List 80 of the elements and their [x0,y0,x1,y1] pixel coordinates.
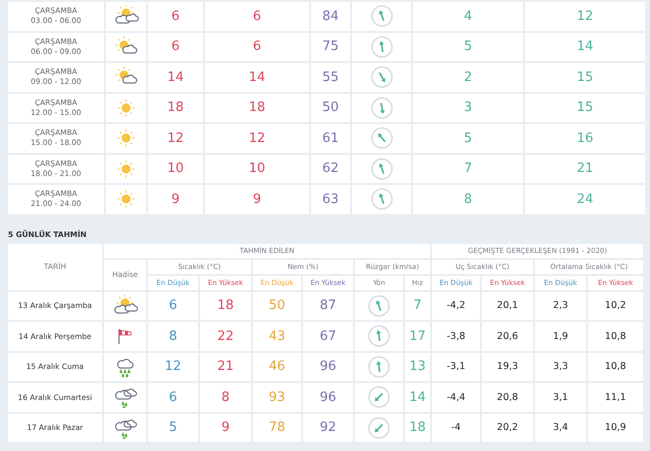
table-cell: 5 [148,414,198,442]
table-cell: 17 [405,322,430,350]
table-cell: 12 [525,2,645,30]
table-cell: 6 [148,2,203,30]
table-cell: 10,8 [588,352,643,381]
table-cell: 18 [148,94,203,122]
table-cell: 75 [311,32,350,61]
table-cell: 20,6 [482,322,533,350]
table-cell: 15 [525,63,645,92]
table-cell: 14 [205,63,309,92]
table-cell: 7 [405,292,430,320]
table-cell: 50 [253,292,301,320]
table-cell: 5 [413,124,523,152]
table-cell: 9 [148,185,203,214]
table-cell: 2,3 [535,292,586,320]
table-cell: 11,1 [588,383,643,412]
table-cell: 21 [200,352,251,381]
table-cell: 16 [525,124,645,152]
table-cell: 14 [405,383,430,412]
table-cell: 12 [148,352,198,381]
table-cell: 10,2 [588,292,643,320]
table-cell: -3,1 [432,352,480,381]
table-cell: 67 [303,322,353,350]
table-cell: 12 [205,124,309,152]
table-cell: 18 [405,414,430,442]
table-cell: 18 [200,292,251,320]
table-cell: 3,3 [535,352,586,381]
table-cell: 9 [205,185,309,214]
table-cell: 6 [205,32,309,61]
table-cell: 10 [205,154,309,183]
table-cell: 20,1 [482,292,533,320]
table-cell: 10,8 [588,322,643,350]
table-cell: 96 [303,383,353,412]
table-cell: 55 [311,63,350,92]
table-cell: 10,9 [588,414,643,442]
table-cell: 13 [405,352,430,381]
table-cell: 15 [525,94,645,122]
table-cell: 9 [200,414,251,442]
table-cell: 50 [311,94,350,122]
table-cell: 63 [311,185,350,214]
table-cell: 21 [525,154,645,183]
table-cell: 7 [413,154,523,183]
table-cell: 20,8 [482,383,533,412]
table-cell: 6 [205,2,309,30]
table-cell: 10 [148,154,203,183]
table-cell: 61 [311,124,350,152]
table-cell: 5 [413,32,523,61]
table-cell: 96 [303,352,353,381]
table-cell: 2 [413,63,523,92]
table-cell: -4,4 [432,383,480,412]
table-cell: 14 [525,32,645,61]
table-cell: 8 [413,185,523,214]
table-cell: 20,2 [482,414,533,442]
table-cell: 3,4 [535,414,586,442]
table-cell: 62 [311,154,350,183]
table-cell: 8 [200,383,251,412]
table-cell: 22 [200,322,251,350]
table-cell: 93 [253,383,301,412]
table-cell: -4 [432,414,480,442]
table-cell: 4 [413,2,523,30]
table-cell: 3,1 [535,383,586,412]
table-cell: 14 [148,63,203,92]
table-cell: 8 [148,322,198,350]
table-cell: -4,2 [432,292,480,320]
table-cell: 43 [253,322,301,350]
table-cell: 87 [303,292,353,320]
table-cell: 1,9 [535,322,586,350]
table-cell: 6 [148,383,198,412]
table-cell: 19,3 [482,352,533,381]
table-cell: 18 [205,94,309,122]
table-cell: 84 [311,2,350,30]
table-cell: -3,8 [432,322,480,350]
table-cell: 3 [413,94,523,122]
table-cell: 92 [303,414,353,442]
table-cell: 78 [253,414,301,442]
table-cell: 46 [253,352,301,381]
table-cell: 6 [148,32,203,61]
table-cell: 6 [148,292,198,320]
table-cell: 12 [148,124,203,152]
table-cell: 24 [525,185,645,214]
